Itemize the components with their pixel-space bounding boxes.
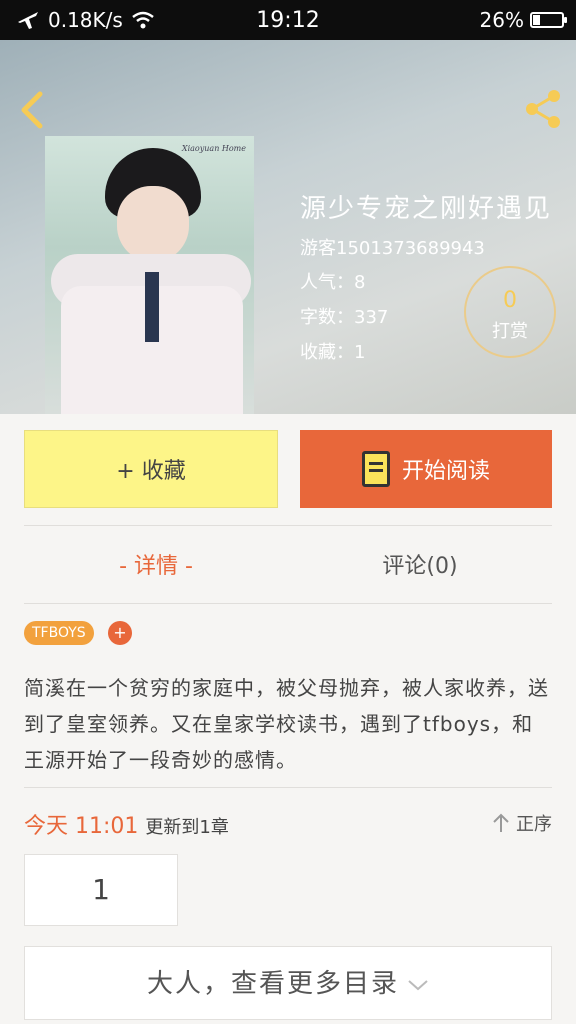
tag-tfboys[interactable]: TFBOYS [24, 621, 94, 645]
start-reading-button[interactable]: 开始阅读 [300, 430, 552, 508]
status-right: 26% [479, 8, 567, 32]
update-date: 今天 11:01 [24, 814, 139, 839]
more-catalog-label: 大人，查看更多目录 [146, 969, 399, 999]
sort-order-button[interactable]: 正序 [492, 810, 552, 836]
tip-button[interactable]: 0 打赏 [464, 266, 556, 358]
update-info: 今天 11:01 更新到1章 [24, 808, 229, 840]
sort-order-label: 正序 [516, 814, 552, 835]
divider [24, 787, 552, 788]
tip-label: 打赏 [492, 321, 528, 342]
view-more-catalog-button[interactable]: 大人，查看更多目录 [24, 946, 552, 1020]
arrow-up-icon [493, 813, 509, 832]
book-icon [361, 451, 390, 487]
favorite-button-label: + 收藏 [116, 459, 186, 484]
tip-count: 0 [503, 288, 517, 313]
book-popularity: 人气：8 [300, 272, 366, 293]
book-word-count: 字数：337 [300, 307, 389, 328]
tab-detail[interactable]: - 详情 - [24, 548, 288, 580]
update-text: 更新到1章 [145, 817, 229, 838]
back-arrow-icon[interactable] [14, 88, 50, 132]
battery-percent: 26% [479, 8, 524, 32]
book-cover-image[interactable]: Xiaoyuan Home [45, 136, 254, 414]
book-description: 简溪在一个贫穷的家庭中，被父母抛弃，被人家收养，送到了皇室领养。又在皇家学校读书… [24, 676, 549, 772]
share-icon[interactable] [520, 86, 566, 132]
favorite-button[interactable]: + 收藏 [24, 430, 278, 508]
cover-signature: Xiaoyuan Home [181, 144, 246, 153]
book-header: Xiaoyuan Home 源少专宠之刚好遇见 游客1501373689943 … [0, 40, 576, 414]
battery-icon [530, 12, 567, 28]
divider [24, 603, 552, 604]
book-author: 游客1501373689943 [300, 238, 485, 259]
divider [24, 525, 552, 526]
chevron-down-icon [408, 980, 428, 991]
status-bar: 0.18K/s 19:12 26% [0, 0, 576, 40]
chapter-item[interactable]: 1 [24, 854, 178, 926]
add-tag-button[interactable]: + [108, 621, 132, 645]
tab-comments[interactable]: 评论(0) [288, 548, 552, 580]
book-title: 源少专宠之刚好遇见 [300, 194, 553, 224]
start-reading-label: 开始阅读 [401, 459, 490, 484]
book-favorites: 收藏：1 [300, 342, 366, 363]
